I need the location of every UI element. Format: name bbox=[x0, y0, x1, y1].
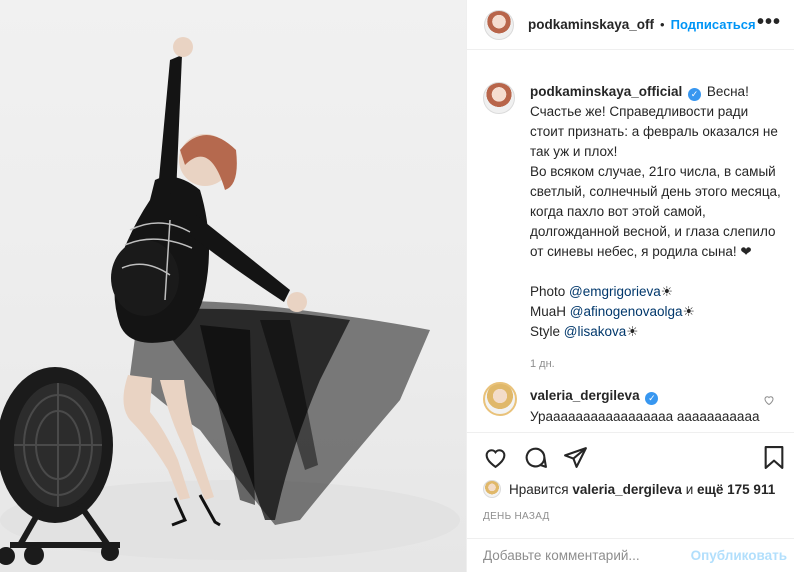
credit-mention[interactable]: @lisakova bbox=[564, 324, 626, 339]
more-options-icon[interactable]: ••• bbox=[757, 12, 781, 32]
verified-badge-icon: ✓ bbox=[645, 392, 659, 405]
sun-emoji-icon: ☀ bbox=[682, 304, 695, 319]
comment-text: Урааааааааааааааааа ааааааааааааааааа bbox=[530, 409, 760, 424]
author-avatar[interactable] bbox=[484, 9, 514, 40]
likes-prefix: Нравится bbox=[509, 481, 569, 497]
comment-like-heart-icon[interactable] bbox=[763, 394, 775, 406]
sun-emoji-icon: ☀ bbox=[660, 284, 673, 299]
post-details-panel: podkaminskaya_off • Подписаться ••• podk… bbox=[466, 0, 794, 572]
likes-middle: и bbox=[685, 481, 694, 497]
caption-credits: Photo @emgrigorieva☀ MuaH @afinogenovaol… bbox=[530, 282, 783, 342]
header-separator: • bbox=[660, 17, 665, 32]
author-username[interactable]: podkaminskaya_off bbox=[528, 17, 654, 32]
post-caption: podkaminskaya_official ✓ Весна! Счастье … bbox=[483, 82, 783, 370]
credit-mention[interactable]: @emgrigorieva bbox=[569, 284, 661, 299]
body-graphic bbox=[111, 37, 307, 343]
credit-label: MuaH bbox=[530, 304, 570, 319]
commenter-avatar[interactable] bbox=[483, 382, 517, 416]
comment-bubble-icon[interactable] bbox=[523, 445, 548, 470]
caption-author-avatar[interactable] bbox=[483, 82, 515, 114]
add-comment-input[interactable]: Добавьте комментарий... bbox=[483, 548, 640, 563]
credit-mention[interactable]: @afinogenovaolga bbox=[570, 304, 683, 319]
post-action-bar bbox=[467, 432, 794, 484]
commenter-username-text[interactable]: valeria_dergileva bbox=[530, 388, 640, 403]
likes-count[interactable]: ещё 175 911 bbox=[697, 482, 775, 497]
credit-label: Photo bbox=[530, 284, 570, 299]
comment-item: valeria_dergileva ✓ Урааааааааааааааааа … bbox=[483, 382, 783, 428]
credit-line: Photo @emgrigorieva☀ bbox=[530, 282, 783, 302]
verified-badge-icon: ✓ bbox=[688, 88, 702, 101]
share-send-icon[interactable] bbox=[563, 445, 588, 470]
commenter-username[interactable]: valeria_dergileva ✓ bbox=[530, 388, 660, 405]
caption-username[interactable]: podkaminskaya_official bbox=[530, 84, 682, 99]
credit-line: Style @lisakova☀ bbox=[530, 322, 783, 342]
follow-button[interactable]: Подписаться bbox=[671, 17, 756, 32]
post-date[interactable]: ДЕНЬ НАЗАД bbox=[483, 511, 550, 522]
credit-line: MuaH @afinogenovaolga☀ bbox=[530, 302, 783, 322]
caption-timestamp[interactable]: 1 дн. bbox=[530, 358, 783, 370]
caption-body: Весна! Счастье же! Справедливости ради с… bbox=[530, 84, 781, 259]
liker-avatar[interactable] bbox=[483, 480, 501, 498]
save-bookmark-icon[interactable] bbox=[763, 445, 785, 470]
credit-label: Style bbox=[530, 324, 564, 339]
sun-emoji-icon: ☀ bbox=[626, 324, 639, 339]
like-heart-icon[interactable] bbox=[483, 445, 508, 470]
publish-button[interactable]: Опубликовать bbox=[691, 548, 787, 563]
post-header: podkaminskaya_off • Подписаться ••• bbox=[467, 0, 794, 50]
photo-illustration bbox=[0, 37, 460, 565]
liker-username[interactable]: valeria_dergileva bbox=[572, 482, 682, 497]
likes-summary: Нравится valeria_dergileva и ещё 175 911 bbox=[483, 480, 775, 498]
post-photo[interactable] bbox=[0, 0, 466, 572]
caption-text-block: podkaminskaya_official ✓ Весна! Счастье … bbox=[530, 82, 783, 262]
add-comment-bar: Добавьте комментарий... Опубликовать bbox=[467, 538, 794, 572]
